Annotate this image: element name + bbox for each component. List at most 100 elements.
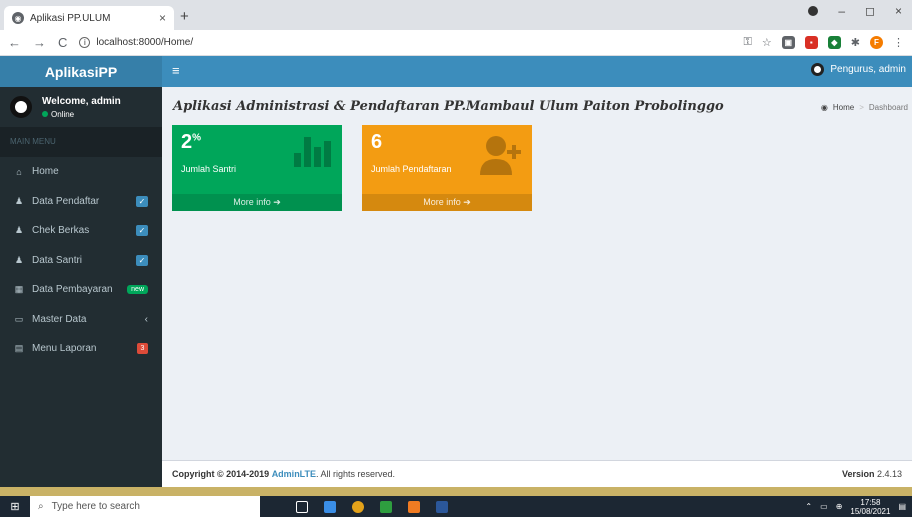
chrome-icon[interactable]	[352, 500, 364, 513]
sidebar-item-chek-berkas[interactable]: ♟ Chek Berkas ✓	[0, 216, 162, 246]
taskbar: ⊞ ⌕ Type here to search ⌃ ▭ ⊕ 17:58 15/0…	[0, 496, 912, 517]
breadcrumb-separator: >	[859, 103, 864, 112]
user-menu-label: Pengurus, admin	[830, 64, 906, 75]
sidebar-item-label: Data Pendaftar	[32, 195, 100, 207]
file-explorer-icon[interactable]	[324, 500, 336, 513]
check-badge-icon: ✓	[136, 195, 148, 207]
main-content: Aplikasi Administrasi & Pendaftaran PP.M…	[162, 87, 912, 460]
version-text: Version 2.4.13	[841, 469, 902, 479]
tab-close-icon[interactable]: ×	[159, 11, 166, 25]
clock[interactable]: 17:58 15/08/2021	[850, 498, 890, 516]
check-badge-icon: ✓	[136, 254, 148, 266]
notification-icon[interactable]: ▤	[898, 502, 906, 511]
dashboard-icon: ◉	[820, 103, 828, 112]
adminlte-link[interactable]: AdminLTE	[272, 469, 316, 479]
copyright-text: Copyright © 2014-2019 AdminLTE. All righ…	[172, 469, 396, 479]
user-icon: ♟	[14, 225, 24, 236]
sidebar-item-label: Home	[32, 166, 59, 178]
url-text: localhost:8000/Home/	[96, 37, 194, 48]
pdf-extension-icon[interactable]: ▪	[804, 36, 818, 49]
sidebar-toggle-button[interactable]: ≡	[172, 63, 180, 78]
battery-icon[interactable]: ▭	[820, 502, 828, 511]
online-dot-icon	[42, 111, 48, 117]
new-badge: new	[127, 285, 148, 295]
info-icon[interactable]: i	[79, 37, 91, 48]
task-view-icon[interactable]	[296, 500, 308, 513]
sidebar-item-label: Chek Berkas	[32, 225, 90, 237]
reload-button[interactable]: C	[58, 35, 67, 50]
app-logo[interactable]: AplikasiPP	[0, 56, 162, 87]
stat-box-jumlah-santri: 2% Jumlah Santri More info ➔	[172, 125, 342, 211]
breadcrumb-current: Dashboard	[868, 103, 908, 112]
welcome-text: Welcome, admin	[42, 95, 121, 107]
more-info-link[interactable]: More info ➔	[172, 194, 342, 211]
home-icon: ⌂	[16, 166, 22, 177]
tray-chevron-icon[interactable]: ⌃	[805, 502, 812, 511]
browser-tab[interactable]: ◉ Aplikasi PP.ULUM ×	[4, 6, 174, 30]
app-header: AplikasiPP ≡ Pengurus, admin	[0, 56, 912, 87]
menu-dots-icon[interactable]: ⋮	[893, 36, 904, 49]
close-window-button[interactable]: ×	[895, 4, 902, 18]
app-icon[interactable]	[380, 500, 392, 513]
user-avatar-icon	[811, 63, 825, 76]
taskbar-search[interactable]: ⌕ Type here to search	[30, 496, 260, 517]
profile-icon[interactable]	[808, 6, 819, 16]
word-icon[interactable]	[436, 500, 448, 513]
sidebar-item-menu-laporan[interactable]: ▤ Menu Laporan 3	[0, 334, 162, 364]
back-button[interactable]: ←	[8, 35, 21, 50]
user-menu[interactable]: Pengurus, admin	[811, 63, 906, 76]
maximize-button[interactable]: ◻	[865, 4, 875, 18]
status-indicator: Online	[42, 110, 121, 119]
sidebar-item-label: Menu Laporan	[32, 343, 97, 355]
network-icon[interactable]: ⊕	[836, 502, 843, 511]
favicon-icon: ◉	[12, 12, 24, 24]
sidebar-item-data-pendaftar[interactable]: ♟ Data Pendaftar ✓	[0, 187, 162, 217]
shield-extension-icon[interactable]: ◆	[827, 36, 841, 49]
laptop-icon: ▭	[14, 313, 24, 324]
extensions-area: ⚿ ☆ ▣ ▪ ◆ ✱ F ⋮	[744, 36, 904, 49]
table-icon: ▦	[14, 284, 24, 295]
user-panel: Welcome, admin Online	[0, 87, 162, 127]
sidebar-item-label: Data Santri	[32, 254, 83, 266]
window-controls: – ◻ ×	[808, 4, 912, 18]
url-field[interactable]: i localhost:8000/Home/	[79, 37, 731, 48]
search-icon: ⌕	[38, 501, 44, 512]
user-icon: ♟	[14, 195, 24, 206]
more-info-link[interactable]: More info ➔	[362, 194, 532, 211]
browser-tab-bar: ◉ Aplikasi PP.ULUM × + – ◻ ×	[0, 0, 912, 30]
sidebar-item-data-pembayaran[interactable]: ▦ Data Pembayaran new	[0, 275, 162, 305]
sidebar-item-data-santri[interactable]: ♟ Data Santri ✓	[0, 246, 162, 276]
breadcrumb-home[interactable]: Home	[833, 103, 854, 112]
sidebar-item-home[interactable]: ⌂ Home	[0, 157, 162, 187]
sidebar-item-master-data[interactable]: ▭ Master Data ‹	[0, 305, 162, 335]
breadcrumb: ◉ Home > Dashboard	[821, 103, 908, 112]
sublime-icon[interactable]	[408, 500, 420, 513]
minimize-button[interactable]: –	[838, 4, 845, 18]
bookmark-star-icon[interactable]: ☆	[762, 36, 772, 49]
sidebar-item-label: Master Data	[32, 313, 87, 325]
user-plus-icon	[480, 136, 521, 175]
status-text: Online	[51, 109, 75, 119]
bar-chart-icon	[294, 137, 331, 167]
user-icon: ♟	[14, 254, 24, 265]
windows-start-icon[interactable]: ⊞	[0, 500, 30, 513]
count-badge: 3	[137, 343, 148, 355]
sidebar-item-label: Data Pembayaran	[32, 284, 113, 296]
tab-title: Aplikasi PP.ULUM	[30, 12, 111, 24]
check-badge-icon: ✓	[136, 225, 148, 237]
sidebar: Welcome, admin Online MAIN MENU ⌂ Home ♟…	[0, 87, 162, 487]
forward-button[interactable]: →	[33, 35, 46, 50]
menu-header: MAIN MENU	[0, 127, 162, 157]
profile-avatar-icon[interactable]: F	[870, 36, 883, 49]
key-icon[interactable]: ⚿	[744, 36, 752, 49]
footer: Copyright © 2014-2019 AdminLTE. All righ…	[162, 460, 912, 487]
extension-icon[interactable]: ▣	[781, 36, 795, 49]
puzzle-icon[interactable]: ✱	[851, 36, 860, 49]
taskbar-apps	[296, 500, 448, 513]
search-placeholder: Type here to search	[51, 501, 140, 512]
calendar-icon: ▤	[14, 343, 24, 354]
system-tray: ⌃ ▭ ⊕ 17:58 15/08/2021 ▤	[805, 498, 912, 516]
address-bar: ← → C i localhost:8000/Home/ ⚿ ☆ ▣ ▪ ◆ ✱…	[0, 30, 912, 56]
new-tab-button[interactable]: +	[180, 8, 189, 25]
page-title: Aplikasi Administrasi & Pendaftaran PP.M…	[173, 99, 724, 114]
